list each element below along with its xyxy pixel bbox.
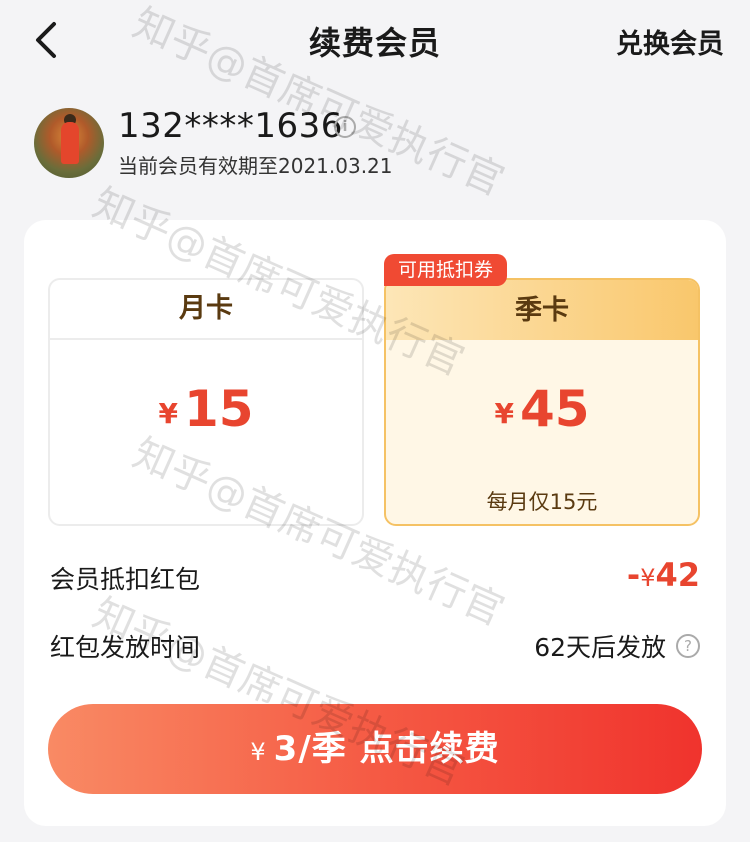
plan-price: ¥15 (50, 380, 362, 438)
release-time-label: 红包发放时间 (50, 633, 201, 662)
minus-sign: - (626, 556, 641, 594)
release-time-value-wrap: 62天后发放? (534, 628, 700, 664)
renewal-card: 月卡 ¥15 季卡 ¥45 每月仅15元 可用抵扣券 会员抵扣红包 -¥42 红… (24, 220, 726, 826)
plan-name: 月卡 (50, 280, 362, 340)
plan-card-month[interactable]: 月卡 ¥15 (48, 278, 364, 526)
coupon-label: 会员抵扣红包 (50, 565, 201, 594)
currency-symbol: ¥ (494, 397, 514, 430)
plan-name: 季卡 (386, 280, 698, 340)
nav-bar: 续费会员 兑换会员 (0, 0, 750, 80)
currency-symbol: ¥ (640, 564, 656, 592)
plan-price: ¥45 (386, 380, 698, 438)
redeem-membership-link[interactable]: 兑换会员 (616, 22, 724, 61)
membership-expiry: 当前会员有效期至2021.03.21 (118, 154, 393, 178)
user-phone: 132****1636 (118, 106, 343, 146)
renew-button[interactable]: ¥3/季 点击续费 (48, 704, 702, 794)
renew-button-label: 3/季 点击续费 (273, 729, 500, 769)
currency-symbol: ¥ (158, 397, 178, 430)
currency-symbol: ¥ (250, 738, 266, 766)
plan-per-month-note: 每月仅15元 (486, 490, 598, 514)
help-icon[interactable]: ? (676, 634, 700, 658)
coupon-available-badge: 可用抵扣券 (384, 254, 508, 286)
coupon-amount: -¥42 (627, 556, 700, 594)
avatar (34, 108, 104, 178)
user-info: 132****1636 i 当前会员有效期至2021.03.21 (34, 106, 714, 180)
coupon-amount-value: 42 (655, 556, 700, 594)
info-icon[interactable]: i (334, 116, 356, 138)
price-value: 15 (183, 380, 254, 438)
plan-card-season[interactable]: 季卡 ¥45 每月仅15元 (384, 278, 700, 526)
release-time-value: 62天后发放 (534, 633, 666, 662)
price-value: 45 (519, 380, 590, 438)
